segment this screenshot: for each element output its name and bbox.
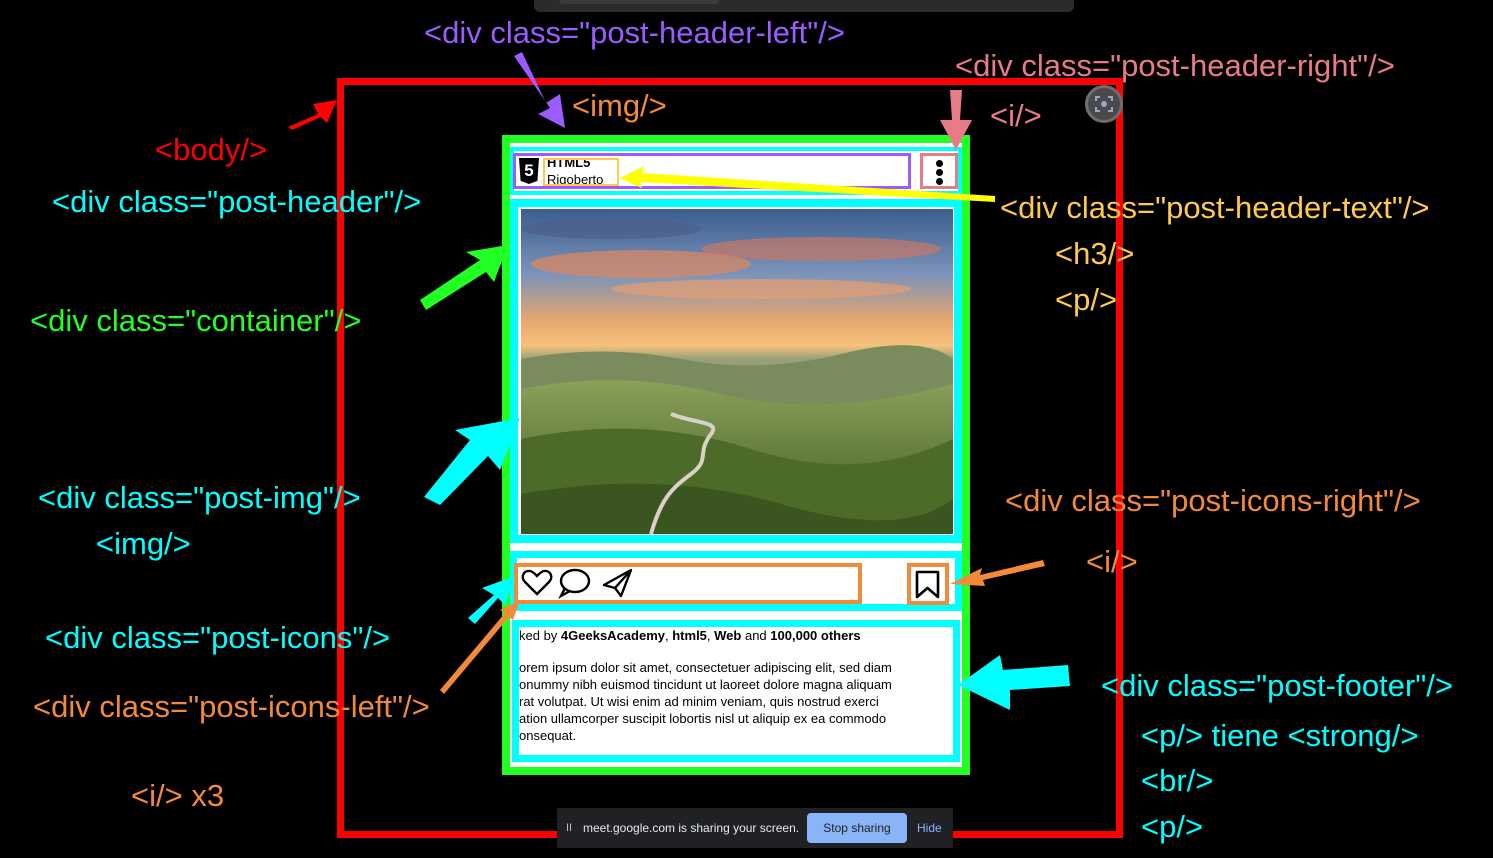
- label-post-icons: <div class="post-icons"/>: [45, 620, 391, 655]
- label-post-header-right: <div class="post-header-right"/>: [955, 48, 1395, 83]
- label-post-icons-right: <div class="post-icons-right"/>: [1005, 483, 1421, 518]
- post-header-text-outline: HTML5 Rigoberto: [543, 158, 619, 186]
- bookmark-button[interactable]: [907, 563, 949, 605]
- share-message: meet.google.com is sharing your screen.: [583, 821, 800, 835]
- label-img-top: <img/>: [572, 88, 667, 123]
- label-body: <body/>: [155, 132, 268, 167]
- label-post-header-text: <div class="post-header-text"/>: [1000, 190, 1430, 225]
- stop-sharing-button[interactable]: Stop sharing: [807, 813, 907, 843]
- top-bar-tab: [559, 0, 719, 4]
- more-options-button[interactable]: [920, 153, 958, 189]
- post-caption: orem ipsum dolor sit amet, consectetuer …: [519, 660, 892, 743]
- label-p-bottom: <p/>: [1141, 809, 1204, 844]
- post-author: Rigoberto: [547, 172, 604, 186]
- post-title: HTML5: [547, 158, 591, 170]
- browser-top-bar: [534, 0, 1074, 12]
- pause-icon: II: [566, 822, 573, 834]
- label-img-mid: <img/>: [96, 526, 191, 561]
- scan-icon: [1095, 96, 1113, 112]
- label-i-x3: <i/> x3: [131, 778, 225, 813]
- post-icons-left-outline: [514, 563, 862, 604]
- label-post-header: <div class="post-header"/>: [52, 184, 422, 219]
- hide-button[interactable]: Hide: [917, 821, 942, 835]
- label-i-right: <i/>: [1086, 544, 1138, 579]
- label-p: <p/>: [1055, 282, 1118, 317]
- post-footer-outline: ked by 4GeeksAcademy, html5, Web and 100…: [512, 620, 960, 762]
- post-landscape-image: [521, 209, 953, 534]
- likes-text: ked by 4GeeksAcademy, html5, Web and 100…: [519, 628, 861, 643]
- label-post-footer: <div class="post-footer"/>: [1101, 668, 1453, 703]
- label-i-top: <i/>: [990, 98, 1042, 133]
- label-container: <div class="container"/>: [30, 303, 362, 338]
- comment-icon[interactable]: [558, 568, 591, 599]
- label-h3: <h3/>: [1055, 236, 1135, 271]
- heart-icon[interactable]: [521, 569, 553, 596]
- label-p-strong: <p/> tiene <strong/>: [1141, 718, 1419, 753]
- html5-logo: 5: [519, 158, 539, 184]
- more-vertical-icon: [936, 160, 944, 187]
- screen-capture-button[interactable]: [1085, 85, 1123, 123]
- bookmark-icon: [915, 570, 940, 599]
- label-br: <br/>: [1141, 763, 1214, 798]
- label-post-img: <div class="post-img"/>: [38, 480, 361, 515]
- label-post-header-left: <div class="post-header-left"/>: [424, 15, 845, 50]
- screen-share-bar: II meet.google.com is sharing your scree…: [557, 808, 953, 848]
- label-post-icons-left: <div class="post-icons-left"/>: [33, 689, 430, 724]
- send-icon[interactable]: [602, 568, 633, 598]
